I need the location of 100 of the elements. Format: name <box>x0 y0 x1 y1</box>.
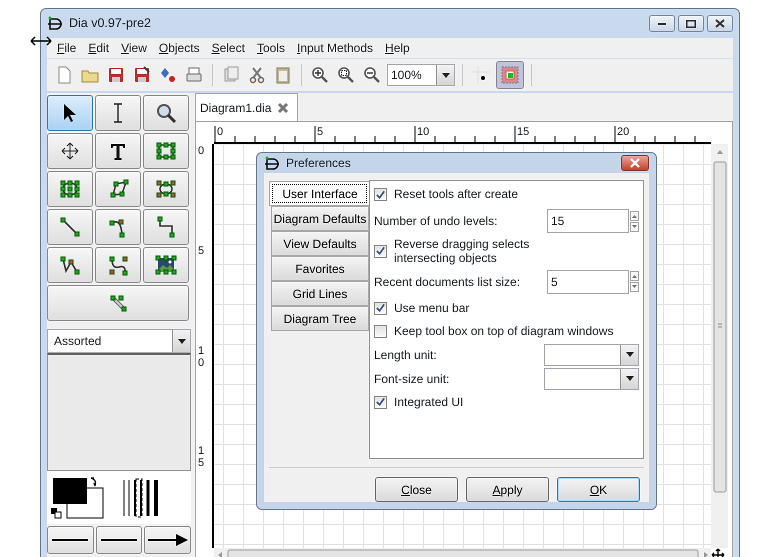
field-label: Length unit: <box>374 346 437 364</box>
menu-item[interactable]: Select <box>206 39 251 57</box>
snap-to-grid-icon[interactable] <box>470 64 492 86</box>
dropdown-arrow-icon <box>626 352 634 358</box>
app-logo-icon <box>47 16 63 31</box>
highlight-icon <box>500 65 520 85</box>
menu-item[interactable]: Tools <box>250 39 291 57</box>
tool-button[interactable] <box>143 247 189 283</box>
dialog-title: Preferences <box>286 155 351 172</box>
checkbox[interactable] <box>374 188 387 201</box>
ruler-label: 5 <box>198 246 204 258</box>
close-icon <box>715 19 725 28</box>
checkbox-label[interactable]: Reverse dragging selects intersecting objects <box>394 237 544 266</box>
ruler-label: 10 <box>198 346 204 370</box>
zigzag-line-icon <box>155 216 177 238</box>
ruler-label: 0 <box>217 127 224 138</box>
image-icon <box>155 254 177 276</box>
dialog-button[interactable]: OK <box>557 477 640 502</box>
ruler-label: 5 <box>317 127 324 138</box>
checkbox[interactable] <box>374 396 387 409</box>
tool-button[interactable] <box>47 209 93 245</box>
tool-button[interactable] <box>95 247 141 283</box>
preferences-tab[interactable]: Favorites <box>271 256 369 281</box>
text-cursor-icon <box>114 103 122 123</box>
field-label: Number of undo levels: <box>374 213 498 230</box>
beziergon-icon <box>155 178 177 200</box>
checkbox[interactable] <box>374 244 387 258</box>
maximize-icon <box>686 20 696 28</box>
app-logo-icon <box>264 156 280 170</box>
dropdown-field[interactable] <box>544 344 639 366</box>
spin-down-icon[interactable] <box>630 282 639 292</box>
document-tab[interactable]: Diagram1.dia <box>195 93 298 121</box>
window-title: Dia v0.97-pre2 <box>69 15 151 32</box>
number-field[interactable]: 15 <box>547 209 629 233</box>
tool-button[interactable] <box>143 171 189 207</box>
vertical-scrollbar[interactable] <box>711 144 728 548</box>
tool-button[interactable] <box>143 209 189 245</box>
tool-button[interactable] <box>143 95 189 131</box>
checkbox-label[interactable]: Integrated UI <box>394 395 464 410</box>
line-start-button[interactable] <box>47 526 94 554</box>
close-icon[interactable] <box>277 102 290 114</box>
field-label: Font-size unit: <box>374 370 450 388</box>
minimize-icon <box>658 22 666 24</box>
menu-item[interactable]: File <box>51 39 82 57</box>
close-button[interactable] <box>621 155 649 171</box>
ruler-label: 15 <box>517 127 530 138</box>
menu-item[interactable]: Help <box>379 39 416 57</box>
tool-button[interactable] <box>47 247 93 283</box>
tool-button[interactable] <box>95 171 141 207</box>
line-end-button[interactable] <box>144 526 192 554</box>
dropdown-field[interactable] <box>544 368 639 390</box>
close-icon <box>629 158 641 168</box>
checkbox[interactable] <box>374 302 387 315</box>
menu-item[interactable]: Input Methods <box>290 39 380 57</box>
bezier-line-icon <box>107 254 129 276</box>
checkbox-label[interactable]: Use menu bar <box>394 301 470 316</box>
checkbox-label[interactable]: Keep tool box on top of diagram windows <box>394 324 614 338</box>
checkbox-label[interactable]: Reset tools after create <box>394 187 518 202</box>
tool-button[interactable] <box>95 133 141 169</box>
preferences-tab[interactable]: Diagram Tree <box>271 306 369 331</box>
ellipse-icon <box>59 178 81 200</box>
ruler-label: 0 <box>198 146 204 158</box>
spin-up-icon[interactable] <box>630 271 639 282</box>
tool-button[interactable] <box>143 133 189 169</box>
dropdown-arrow-icon <box>442 72 450 78</box>
tool-button[interactable] <box>47 133 93 169</box>
line-style-button[interactable] <box>96 526 142 554</box>
preferences-tab[interactable]: Diagram Defaults <box>271 206 369 231</box>
checkbox[interactable] <box>374 324 387 338</box>
menu-item[interactable]: Objects <box>152 39 206 57</box>
menu-item[interactable]: Edit <box>82 39 116 57</box>
spin-up-icon[interactable] <box>630 210 639 220</box>
preferences-tab[interactable]: View Defaults <box>271 231 369 256</box>
plain-line-icon <box>101 539 137 541</box>
dialog-button[interactable]: Apply <box>466 477 549 502</box>
spin-down-icon[interactable] <box>630 222 639 232</box>
box-icon <box>155 140 177 162</box>
preferences-tab[interactable]: Grid Lines <box>271 281 369 306</box>
minimize-button[interactable] <box>649 15 675 32</box>
tool-button[interactable] <box>95 209 141 245</box>
line-icon <box>59 216 81 238</box>
move-icon <box>59 140 81 162</box>
tool-button[interactable] <box>47 171 93 207</box>
close-button[interactable] <box>707 15 733 32</box>
maximize-button[interactable] <box>678 15 704 32</box>
dropdown-arrow-icon <box>626 376 634 382</box>
tool-button[interactable] <box>47 95 93 131</box>
menu-item[interactable]: View <box>115 39 153 57</box>
sheet-selector[interactable]: Assorted <box>47 329 191 353</box>
zoom-field[interactable]: 100% <box>387 64 455 86</box>
preferences-tab[interactable]: User Interface <box>269 181 370 206</box>
highlight-toggle[interactable] <box>496 61 524 89</box>
polyline-icon <box>59 254 81 276</box>
ruler-label: 10 <box>417 127 430 138</box>
arrow-icon <box>148 534 188 546</box>
tool-button[interactable] <box>95 95 141 131</box>
plain-line-icon <box>52 539 88 541</box>
number-field[interactable]: 5 <box>547 270 629 294</box>
dialog-button[interactable]: Close <box>375 477 458 502</box>
magnifier-icon <box>155 102 177 124</box>
